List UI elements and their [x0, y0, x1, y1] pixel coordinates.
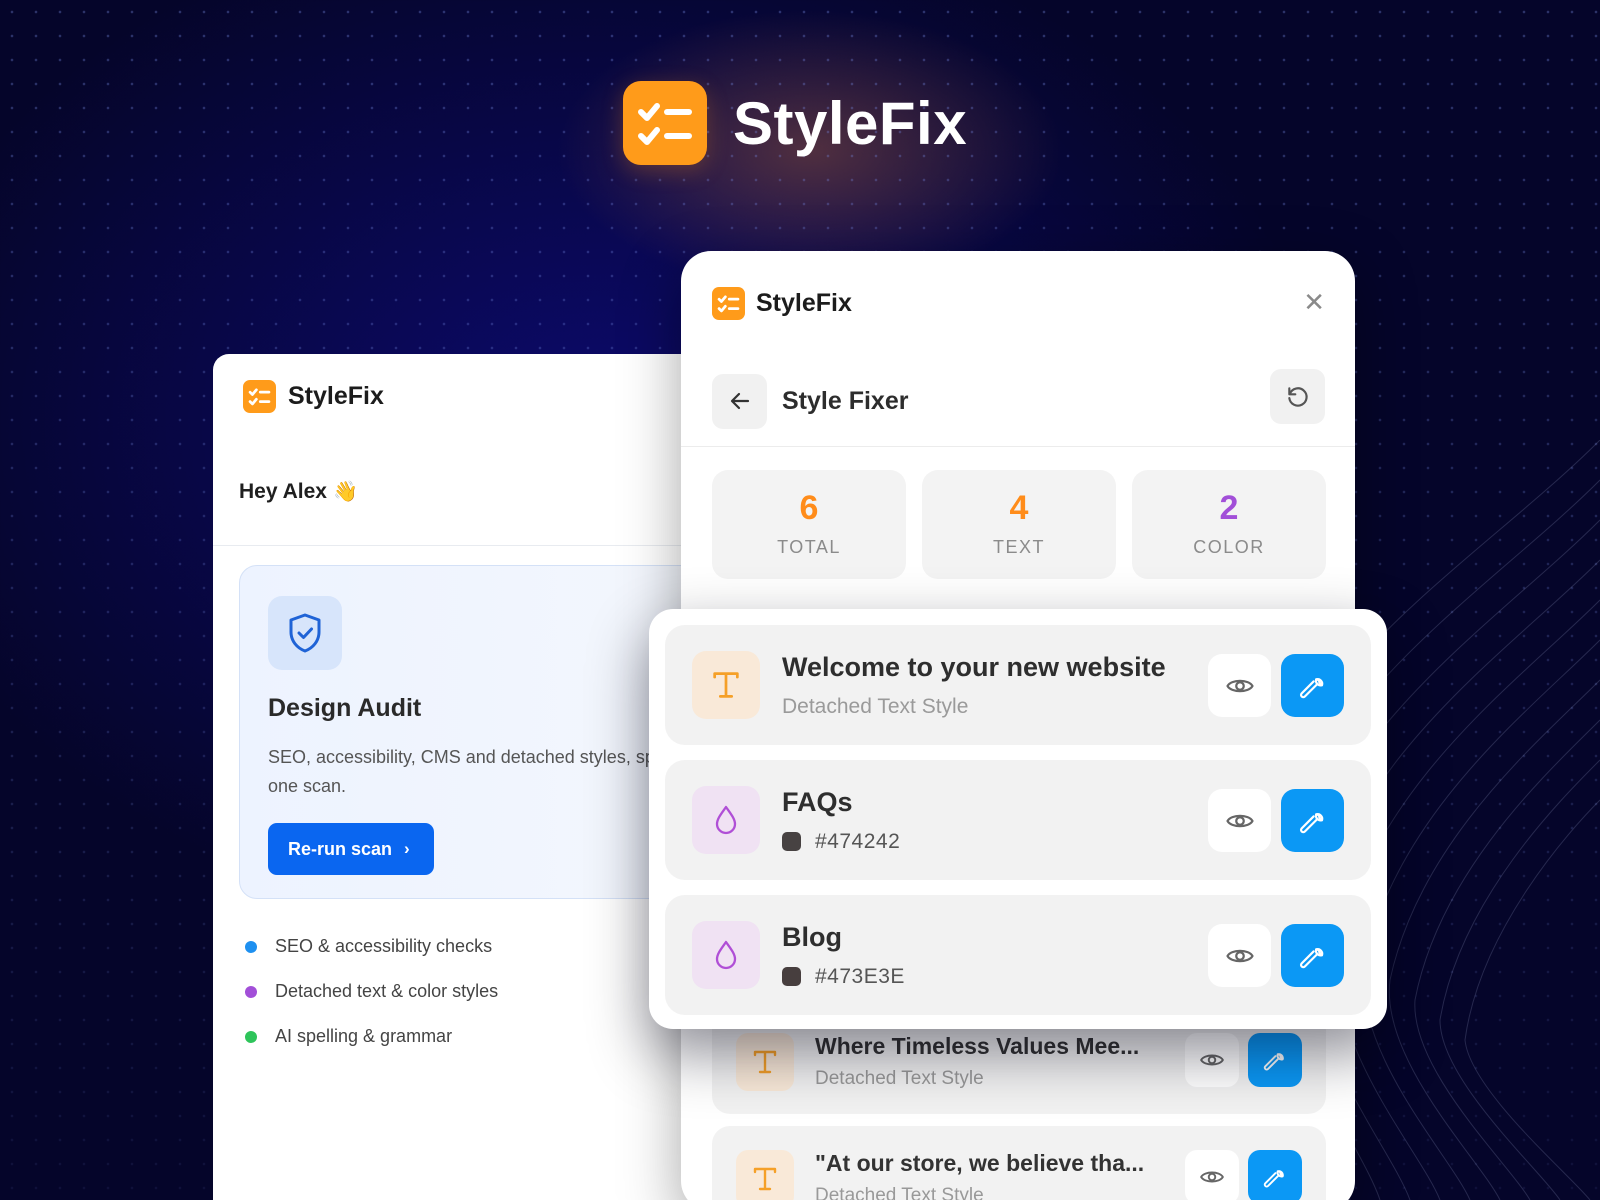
- issue-row[interactable]: Blog #473E3E: [665, 895, 1371, 1015]
- hero-brand-name: StyleFix: [733, 89, 968, 157]
- color-swatch: [782, 832, 801, 851]
- feature-label: Detached text & color styles: [275, 981, 499, 1001]
- wrench-icon: [1299, 812, 1323, 833]
- style-fixer-brand-name: StyleFix: [756, 289, 852, 317]
- eye-icon: [1200, 1171, 1224, 1183]
- stat-value: 2: [1219, 489, 1239, 527]
- preview-button[interactable]: [1185, 1150, 1239, 1200]
- stat-color[interactable]: 2 COLOR: [1132, 470, 1326, 579]
- issue-title: FAQs: [782, 786, 853, 817]
- stylefix-logo-icon: [623, 81, 707, 165]
- issue-row[interactable]: Welcome to your new website Detached Tex…: [665, 625, 1371, 745]
- stat-text[interactable]: 4 TEXT: [922, 470, 1116, 579]
- text-icon: [736, 1149, 794, 1200]
- stat-total[interactable]: 6 TOTAL: [712, 470, 906, 579]
- feature-item: Detached text & color styles: [245, 969, 498, 1014]
- refresh-icon: [1287, 386, 1308, 407]
- color-hex: #474242: [815, 829, 901, 853]
- fix-button[interactable]: [1281, 654, 1344, 717]
- color-swatch: [782, 967, 801, 986]
- wrench-icon: [1263, 1170, 1284, 1188]
- reset-button[interactable]: [1270, 369, 1325, 424]
- bullet-dot-blue: [245, 940, 257, 953]
- issue-subtitle: Detached Text Style: [782, 695, 1166, 719]
- issue-row[interactable]: FAQs #474242: [665, 760, 1371, 880]
- hero-brand: StyleFix: [623, 81, 967, 165]
- preview-button[interactable]: [1208, 924, 1271, 987]
- issue-title: Where Timeless Values Mee...: [815, 1033, 1140, 1059]
- wrench-icon: [1299, 677, 1323, 698]
- shield-check-icon: [268, 596, 342, 670]
- highlighted-issues-card: Welcome to your new website Detached Tex…: [649, 609, 1387, 1029]
- text-icon: [736, 1032, 794, 1091]
- eye-icon: [1200, 1054, 1224, 1066]
- page-title: Style Fixer: [782, 386, 909, 415]
- fix-button[interactable]: [1248, 1033, 1302, 1087]
- fix-button[interactable]: [1281, 789, 1344, 852]
- feature-item: SEO & accessibility checks: [245, 924, 498, 969]
- list-item[interactable]: "At our store, we believe tha... Detache…: [712, 1126, 1326, 1200]
- bullet-dot-green: [245, 1030, 257, 1043]
- issue-subtitle: #473E3E: [782, 965, 905, 989]
- issue-list: Where Timeless Values Mee... Detached Te…: [712, 1009, 1326, 1200]
- rerun-scan-button[interactable]: Re-run scan ›: [268, 823, 434, 875]
- drop-icon: [692, 921, 760, 989]
- style-fixer-toolbar: Style Fixer: [681, 356, 1355, 447]
- stat-value: 6: [799, 489, 819, 527]
- feature-label: AI spelling & grammar: [275, 1026, 453, 1046]
- dashboard-brand-name: StyleFix: [288, 381, 384, 410]
- feature-item: AI spelling & grammar: [245, 1014, 498, 1059]
- preview-button[interactable]: [1185, 1033, 1239, 1087]
- fix-button[interactable]: [1281, 924, 1344, 987]
- chevron-right-icon: ›: [404, 839, 410, 858]
- eye-icon: [1225, 814, 1254, 827]
- stylefix-logo-icon: [243, 379, 276, 413]
- drop-icon: [692, 786, 760, 854]
- text-icon: [692, 651, 760, 719]
- stat-label: TOTAL: [777, 537, 841, 557]
- bullet-dot-purple: [245, 985, 257, 998]
- arrow-left-icon: [730, 392, 749, 410]
- rerun-scan-label: Re-run scan: [288, 838, 393, 859]
- feature-label: SEO & accessibility checks: [275, 936, 493, 956]
- wrench-icon: [1299, 947, 1323, 968]
- issue-subtitle: #474242: [782, 830, 900, 854]
- issue-subtitle: Detached Text Style: [815, 1185, 984, 1200]
- issue-subtitle: Detached Text Style: [815, 1068, 984, 1089]
- stat-label: TEXT: [992, 537, 1045, 557]
- stats-row: 6 TOTAL 4 TEXT 2 COLOR: [681, 447, 1355, 579]
- fix-button[interactable]: [1248, 1150, 1302, 1200]
- stylefix-logo-icon: [712, 287, 745, 320]
- greeting-text: Hey Alex: [239, 479, 327, 503]
- stat-label: COLOR: [1193, 537, 1265, 557]
- issue-title: Blog: [782, 921, 842, 952]
- close-icon[interactable]: ✕: [1303, 289, 1325, 315]
- wave-emoji: 👋: [332, 481, 358, 503]
- color-hex: #473E3E: [815, 964, 905, 988]
- issue-subtitle-text: Detached Text Style: [782, 694, 969, 718]
- issue-title: "At our store, we believe tha...: [815, 1150, 1145, 1176]
- wrench-icon: [1263, 1053, 1284, 1071]
- stat-value: 4: [1009, 489, 1029, 527]
- eye-icon: [1225, 679, 1254, 692]
- eye-icon: [1225, 949, 1254, 962]
- preview-button[interactable]: [1208, 789, 1271, 852]
- style-fixer-header: StyleFix ✕: [681, 251, 1355, 356]
- issue-title: Welcome to your new website: [782, 651, 1166, 682]
- feature-list: SEO & accessibility checks Detached text…: [245, 924, 498, 1059]
- back-button[interactable]: [712, 373, 767, 429]
- preview-button[interactable]: [1208, 654, 1271, 717]
